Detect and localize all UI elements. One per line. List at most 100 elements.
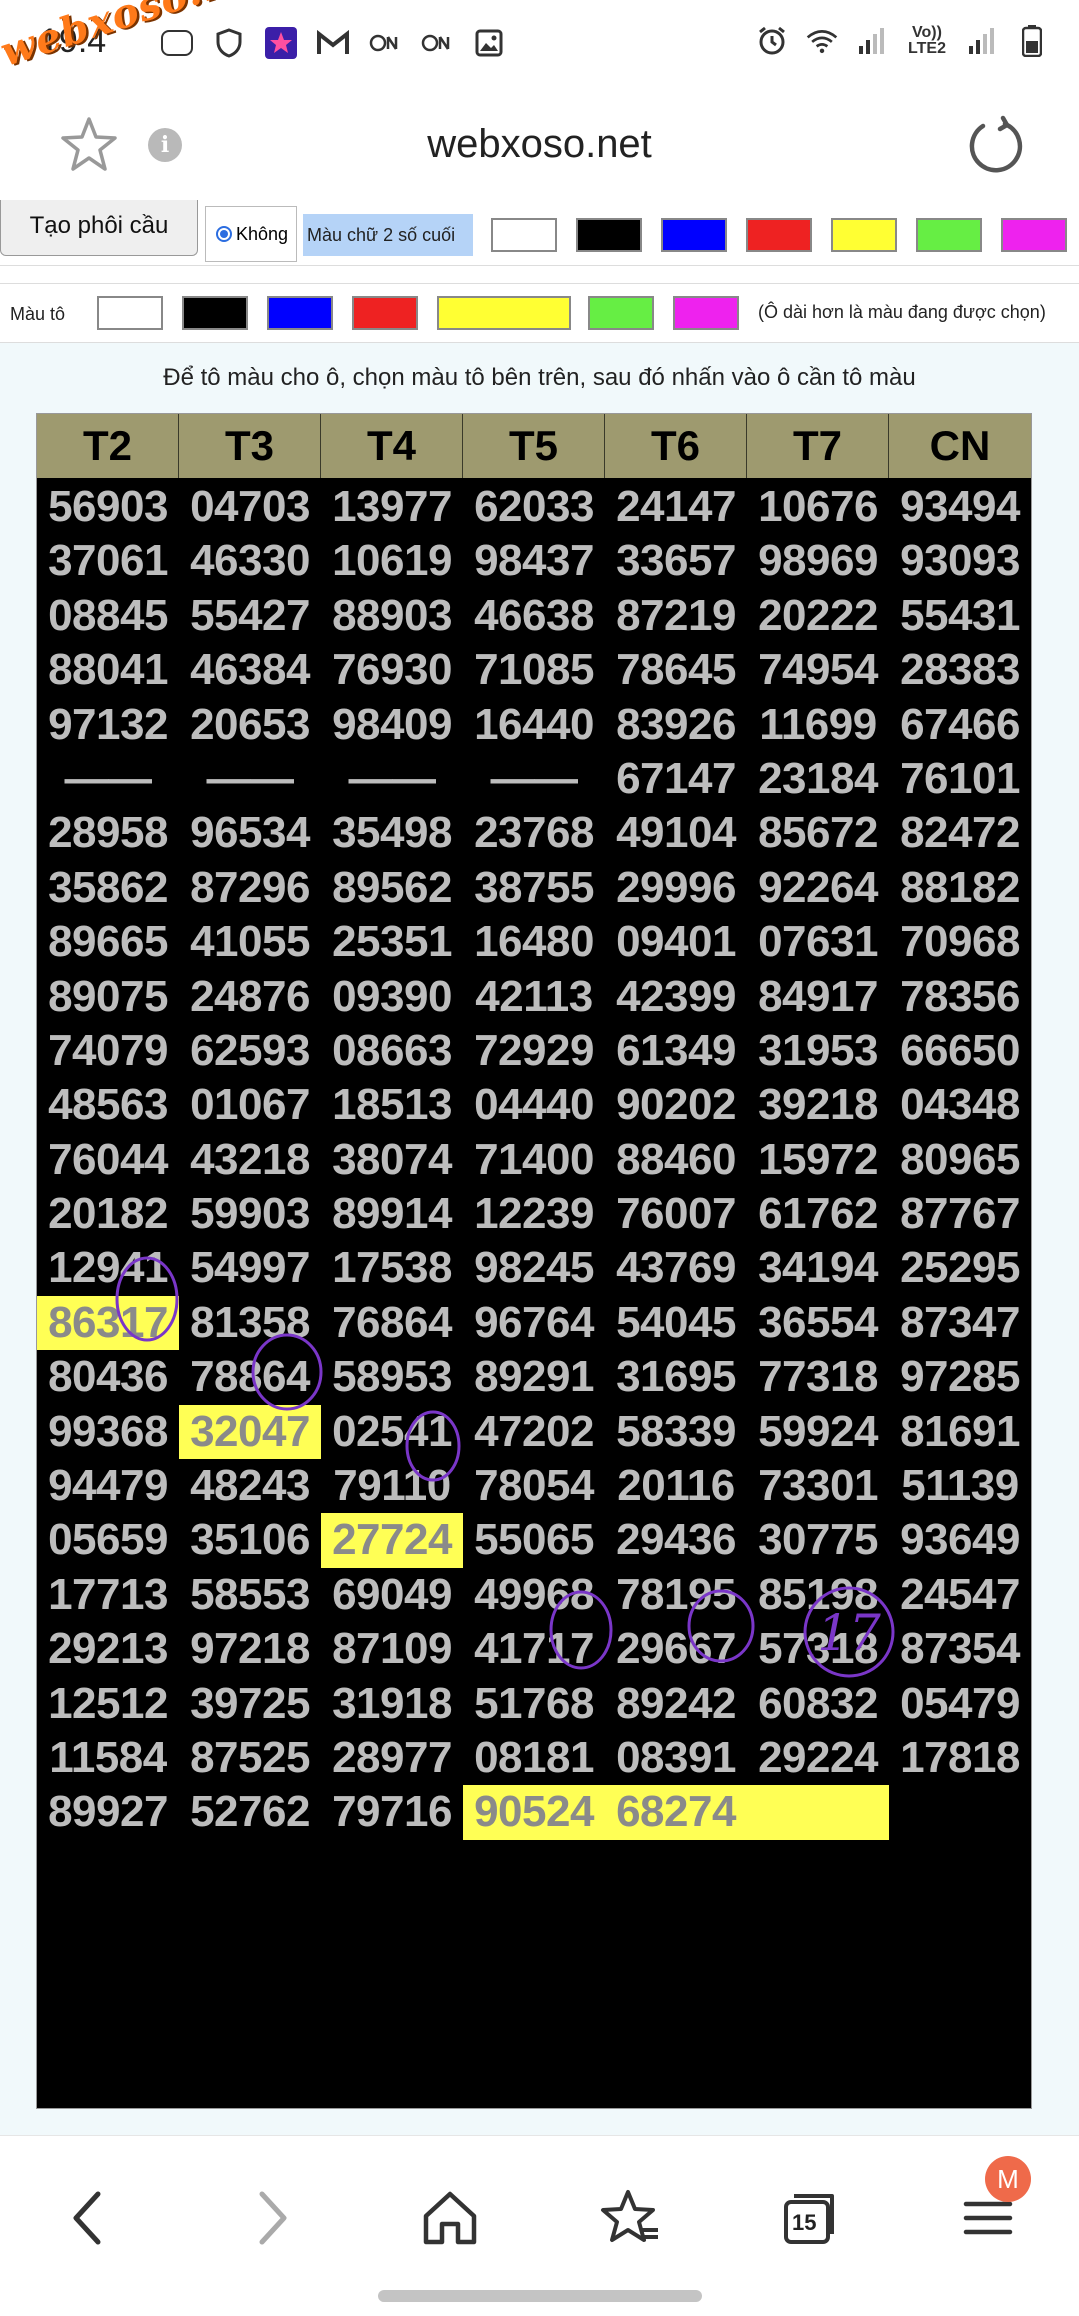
table-cell[interactable]: 10619 [321,534,463,588]
table-cell[interactable]: 52762 [179,1785,321,1839]
table-cell[interactable]: 17713 [37,1568,179,1622]
table-cell[interactable]: 54997 [179,1241,321,1295]
home-button[interactable] [410,2178,490,2258]
table-cell[interactable]: 89291 [463,1350,605,1404]
table-cell[interactable]: 42399 [605,970,747,1024]
table-cell[interactable]: 83926 [605,698,747,752]
table-cell[interactable]: 67147 [605,752,747,806]
table-cell[interactable]: 17538 [321,1241,463,1295]
table-cell[interactable]: 02541 [321,1405,463,1459]
table-cell[interactable]: 54045 [605,1296,747,1350]
text-color-swatch[interactable] [491,218,557,252]
forward-button[interactable] [232,2178,312,2258]
table-cell[interactable]: 41055 [179,915,321,969]
table-cell[interactable]: 31695 [605,1350,747,1404]
table-cell[interactable]: 29667 [605,1622,747,1676]
profile-avatar-badge[interactable]: M [985,2156,1031,2202]
table-cell[interactable]: 80436 [37,1350,179,1404]
table-cell[interactable]: 96534 [179,806,321,860]
table-cell[interactable]: 09390 [321,970,463,1024]
table-cell[interactable]: 96764 [463,1296,605,1350]
table-cell[interactable]: 32047 [179,1404,321,1460]
table-cell[interactable]: 11699 [747,698,889,752]
fill-color-swatch[interactable] [588,296,654,330]
table-cell[interactable]: 69049 [321,1568,463,1622]
table-cell[interactable]: 94479 [37,1459,179,1513]
table-cell[interactable]: 08391 [605,1731,747,1785]
table-cell[interactable]: 98409 [321,698,463,752]
table-cell[interactable]: 98969 [747,534,889,588]
fill-color-swatch[interactable] [97,296,163,330]
table-cell[interactable]: 87219 [605,589,747,643]
table-cell[interactable]: 29436 [605,1513,747,1567]
table-cell[interactable]: 51768 [463,1677,605,1731]
table-cell[interactable]: 24876 [179,970,321,1024]
table-cell[interactable]: 04440 [463,1078,605,1132]
table-cell[interactable]: 58339 [605,1405,747,1459]
table-cell[interactable]: 05659 [37,1513,179,1567]
table-cell[interactable]: 99368 [37,1405,179,1459]
table-cell[interactable]: 47202 [463,1405,605,1459]
table-cell[interactable]: 79110 [321,1459,463,1513]
table-cell[interactable]: 16440 [463,698,605,752]
table-cell[interactable]: 92264 [747,861,889,915]
table-cell[interactable]: 30775 [747,1513,889,1567]
text-color-swatch[interactable] [661,218,727,252]
table-cell[interactable]: 78195 [605,1568,747,1622]
table-cell[interactable]: 48563 [37,1078,179,1132]
table-cell[interactable]: 78645 [605,643,747,697]
table-cell[interactable]: 59903 [179,1187,321,1241]
table-cell[interactable]: 76044 [37,1133,179,1187]
table-cell[interactable]: 35106 [179,1513,321,1567]
table-cell[interactable]: 17818 [889,1731,1031,1785]
table-cell[interactable]: 82472 [889,806,1031,860]
table-cell[interactable]: 61349 [605,1024,747,1078]
fill-color-swatch[interactable] [673,296,739,330]
table-cell[interactable]: 88903 [321,589,463,643]
table-cell[interactable]: 39725 [179,1677,321,1731]
table-cell[interactable]: 13977 [321,480,463,534]
table-cell[interactable]: 73301 [747,1459,889,1513]
table-cell[interactable]: 12512 [37,1677,179,1731]
table-cell[interactable]: 25351 [321,915,463,969]
none-radio-option[interactable]: Không [205,206,297,262]
table-cell[interactable]: 29224 [747,1731,889,1785]
fill-color-swatch[interactable] [182,296,248,330]
table-cell[interactable]: 86317 [37,1295,179,1351]
table-cell[interactable]: 76864 [321,1296,463,1350]
table-cell[interactable]: 28383 [889,643,1031,697]
table-cell[interactable]: 31953 [747,1024,889,1078]
table-cell[interactable]: 80965 [889,1133,1031,1187]
table-cell[interactable]: 28977 [321,1731,463,1785]
table-cell[interactable]: 01067 [179,1078,321,1132]
table-cell[interactable]: 23768 [463,806,605,860]
table-cell[interactable]: 20222 [747,589,889,643]
table-cell[interactable]: 09401 [605,915,747,969]
table-cell[interactable]: 66650 [889,1024,1031,1078]
table-cell[interactable]: 89242 [605,1677,747,1731]
table-cell[interactable]: 08181 [463,1731,605,1785]
table-cell[interactable]: 87109 [321,1622,463,1676]
table-cell[interactable]: 31918 [321,1677,463,1731]
table-cell[interactable]: 74079 [37,1024,179,1078]
table-cell[interactable]: 12239 [463,1187,605,1241]
table-cell[interactable]: 29213 [37,1622,179,1676]
table-cell[interactable]: 36554 [747,1296,889,1350]
table-cell[interactable]: 55427 [179,589,321,643]
text-color-swatch[interactable] [831,218,897,252]
table-cell[interactable]: 97218 [179,1622,321,1676]
table-cell[interactable]: 62593 [179,1024,321,1078]
table-cell[interactable]: 84917 [747,970,889,1024]
table-cell[interactable]: 58553 [179,1568,321,1622]
table-cell[interactable]: 35862 [37,861,179,915]
url-display[interactable]: webxoso.net [0,122,1079,167]
table-cell[interactable]: 81691 [889,1405,1031,1459]
table-cell[interactable]: 39218 [747,1078,889,1132]
back-button[interactable] [48,2178,128,2258]
table-cell[interactable]: 71085 [463,643,605,697]
table-cell[interactable]: 41717 [463,1622,605,1676]
bookmarks-button[interactable] [590,2178,670,2258]
table-cell[interactable]: 70968 [889,915,1031,969]
table-cell[interactable]: —— [321,752,463,806]
table-cell[interactable]: 87347 [889,1296,1031,1350]
